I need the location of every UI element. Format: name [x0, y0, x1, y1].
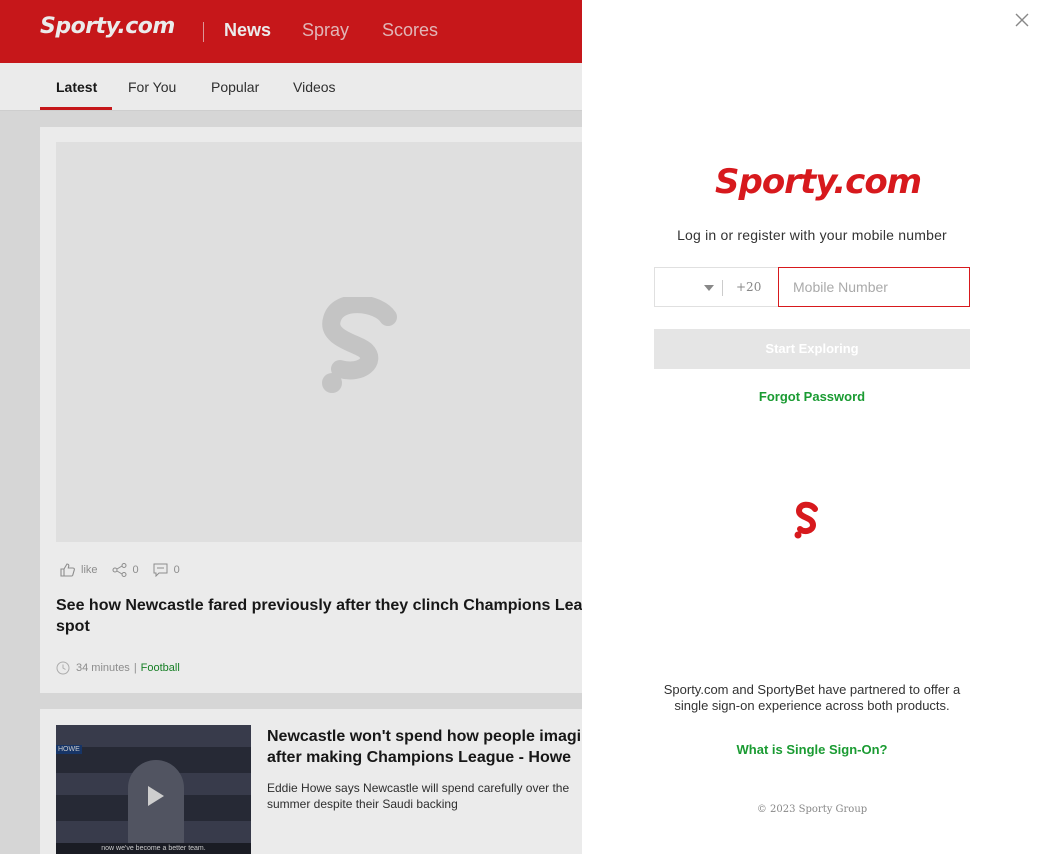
loading-icon [794, 501, 818, 539]
login-panel: Sporty.com Log in or register with your … [582, 0, 1042, 854]
mobile-number-input[interactable] [778, 267, 970, 307]
sso-partner-text: Sporty.com and SportyBet have partnered … [663, 682, 961, 713]
copyright: © 2023 Sporty Group [756, 804, 868, 815]
country-code: +20 [736, 280, 762, 294]
close-icon[interactable] [1014, 12, 1030, 28]
caret-down-icon [704, 285, 714, 291]
modal-backdrop[interactable] [0, 0, 582, 854]
country-code-select[interactable]: +20 [654, 267, 778, 307]
forgot-password-link[interactable]: Forgot Password [582, 389, 1042, 404]
start-exploring-button[interactable]: Start Exploring [654, 329, 970, 369]
sporty-logo: Sporty.com [715, 162, 922, 202]
country-separator [722, 280, 723, 296]
sso-info-link[interactable]: What is Single Sign-On? [582, 742, 1042, 757]
login-prompt: Log in or register with your mobile numb… [677, 227, 947, 243]
